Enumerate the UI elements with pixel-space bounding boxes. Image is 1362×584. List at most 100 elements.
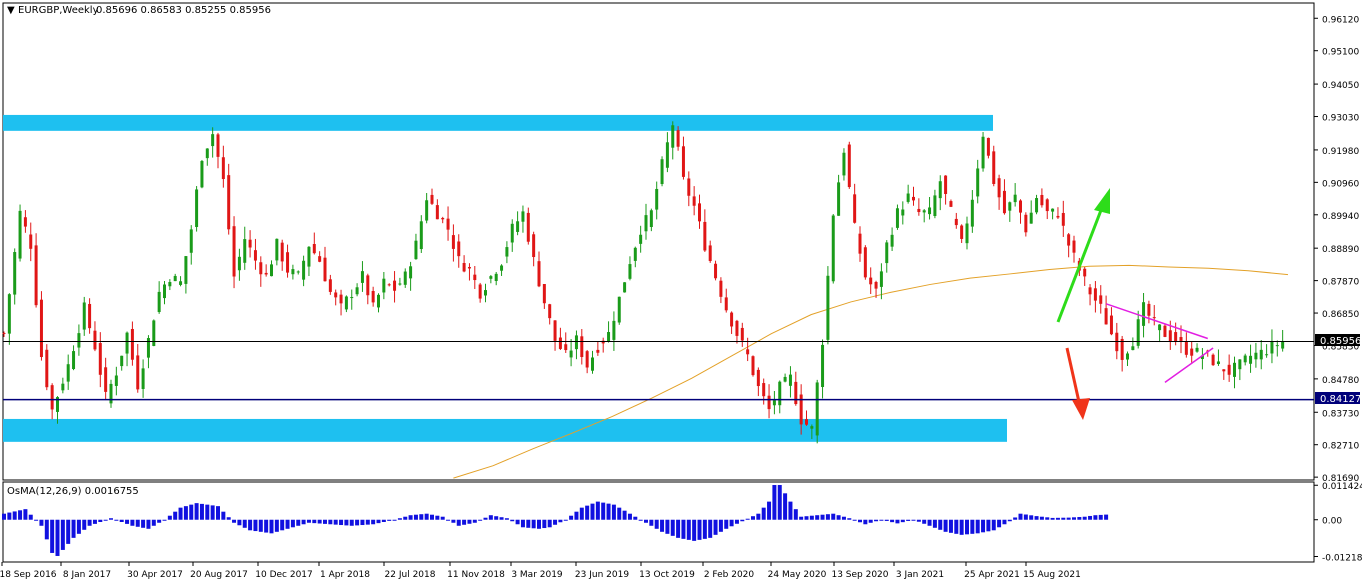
triangle-upper-line: [1105, 303, 1208, 340]
candle-body: [13, 252, 17, 295]
candle-body: [928, 207, 932, 215]
candle-body: [371, 290, 375, 303]
osma-bar: [825, 514, 830, 520]
candle-body: [1158, 324, 1162, 331]
osma-bar: [98, 519, 103, 522]
osma-bar: [274, 519, 279, 532]
osma-bar: [194, 503, 199, 520]
osma-histogram: 0.011424 0.00 -0.012181: [2, 482, 1362, 564]
osma-bar: [66, 519, 71, 544]
osma-bar: [376, 519, 381, 524]
osma-bar: [1093, 515, 1098, 520]
osma-bar: [146, 519, 151, 529]
candle-body: [1083, 268, 1087, 277]
osma-bar: [504, 518, 509, 520]
candle-body: [382, 278, 386, 293]
candle-body: [708, 245, 712, 261]
osma-bar: [975, 519, 980, 534]
candle-body: [50, 385, 54, 410]
time-tick-label: 20 Aug 2017: [190, 570, 248, 580]
candle-body: [18, 210, 22, 259]
osma-bar: [430, 514, 434, 520]
osma-bar: [569, 515, 574, 520]
candle-body: [756, 369, 760, 387]
candle-body: [692, 196, 696, 206]
candle-body: [414, 240, 418, 260]
osma-bar: [895, 519, 900, 524]
candle-body: [1249, 355, 1253, 364]
time-tick-label: 25 Apr 2021: [964, 570, 1020, 580]
candle-body: [462, 262, 466, 272]
candle-body: [1051, 208, 1055, 212]
osma-bar: [135, 519, 140, 527]
resistance-zone: [3, 114, 993, 131]
osma-bar: [841, 516, 846, 520]
annotation-lines-layer: [3, 188, 1314, 420]
candle-body: [430, 194, 434, 204]
candle-body: [938, 181, 942, 199]
osma-bar: [205, 504, 210, 520]
osma-bar: [435, 515, 440, 520]
candle-body: [933, 195, 937, 217]
candle-body: [136, 355, 140, 390]
arrow-down-shaft: [1065, 347, 1081, 403]
osma-bar: [670, 519, 675, 536]
candle-body: [179, 281, 183, 285]
candle-body: [516, 221, 520, 232]
price-tick-label: 0.82710: [1322, 442, 1359, 452]
candle-body: [88, 303, 92, 329]
osma-bar: [456, 519, 461, 526]
osma-bar: [242, 519, 247, 528]
candle-body: [1072, 240, 1076, 253]
last-price-label: 0.85956: [1320, 336, 1361, 347]
candle-body: [270, 264, 273, 277]
candle-body: [72, 351, 76, 370]
candle-body: [109, 383, 113, 404]
osma-bar: [28, 514, 33, 520]
candle-body: [1061, 212, 1065, 226]
time-tick-label: 18 Sep 2016: [0, 570, 57, 580]
osma-bar: [863, 519, 868, 525]
candle-body: [1019, 200, 1022, 213]
candle-body: [350, 297, 354, 299]
candle-body: [39, 299, 43, 358]
osma-bar: [729, 519, 734, 527]
collapse-triangle-icon[interactable]: ▼: [7, 5, 15, 16]
osma-bar: [970, 519, 975, 534]
osma-bar: [1082, 516, 1087, 520]
price-tick-label: 0.94050: [1322, 81, 1359, 91]
candle-body: [1109, 315, 1113, 335]
candle-body: [623, 282, 627, 293]
candle-body: [633, 247, 637, 261]
time-tick-label: 2 Feb 2020: [704, 570, 755, 580]
osma-bar: [494, 516, 499, 520]
osma-bar: [708, 519, 713, 538]
candle-body: [334, 292, 338, 298]
osma-tick-label: 0.00: [1322, 517, 1342, 527]
candle-body: [1035, 198, 1039, 213]
candle-body: [1179, 337, 1183, 341]
candle-body: [1131, 346, 1135, 351]
candle-body: [184, 256, 188, 284]
candle-body: [1222, 369, 1226, 372]
candle-body: [195, 189, 199, 228]
symbol-period-label: EURGBP,Weekly: [18, 5, 99, 16]
osma-bar: [943, 519, 948, 532]
osma-bar: [916, 519, 921, 522]
candle-body: [1254, 352, 1258, 360]
candle-body: [280, 242, 284, 262]
candle-body: [173, 275, 177, 282]
osma-bar: [221, 511, 226, 520]
candle-body: [1195, 347, 1199, 352]
candle-body: [275, 238, 279, 261]
osma-bar: [868, 519, 873, 523]
candle-body: [986, 137, 990, 156]
hline-price-tag: 0.84127: [1315, 392, 1361, 405]
osma-bar: [815, 515, 820, 520]
price-axis: 0.96120 0.95100 0.94050 0.93030 0.91980 0.909…: [1314, 15, 1359, 484]
osma-bar: [264, 519, 269, 533]
trading-chart[interactable]: 0.96120 0.95100 0.94050 0.93030 0.91980 0.909…: [0, 0, 1362, 584]
candle-body: [120, 355, 124, 367]
osma-bar: [333, 519, 338, 525]
candle-body: [665, 142, 669, 168]
